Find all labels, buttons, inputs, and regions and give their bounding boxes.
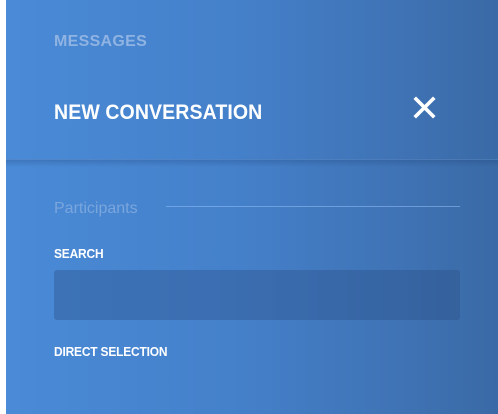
participants-legend-line [166,206,460,207]
section-label: MESSAGES [54,33,148,50]
panel-header: MESSAGES NEW CONVERSATION [6,0,498,160]
new-conversation-panel: MESSAGES NEW CONVERSATION Participants S… [6,0,498,414]
page-title: NEW CONVERSATION [54,101,263,124]
direct-selection-label: DIRECT SELECTION [54,344,168,359]
header-divider [6,159,498,160]
header-divider-shadow [6,159,498,167]
search-label: SEARCH [54,246,104,261]
close-icon [413,96,436,119]
participants-legend: Participants [54,200,138,217]
close-button[interactable] [410,92,440,122]
search-input[interactable] [54,270,460,320]
